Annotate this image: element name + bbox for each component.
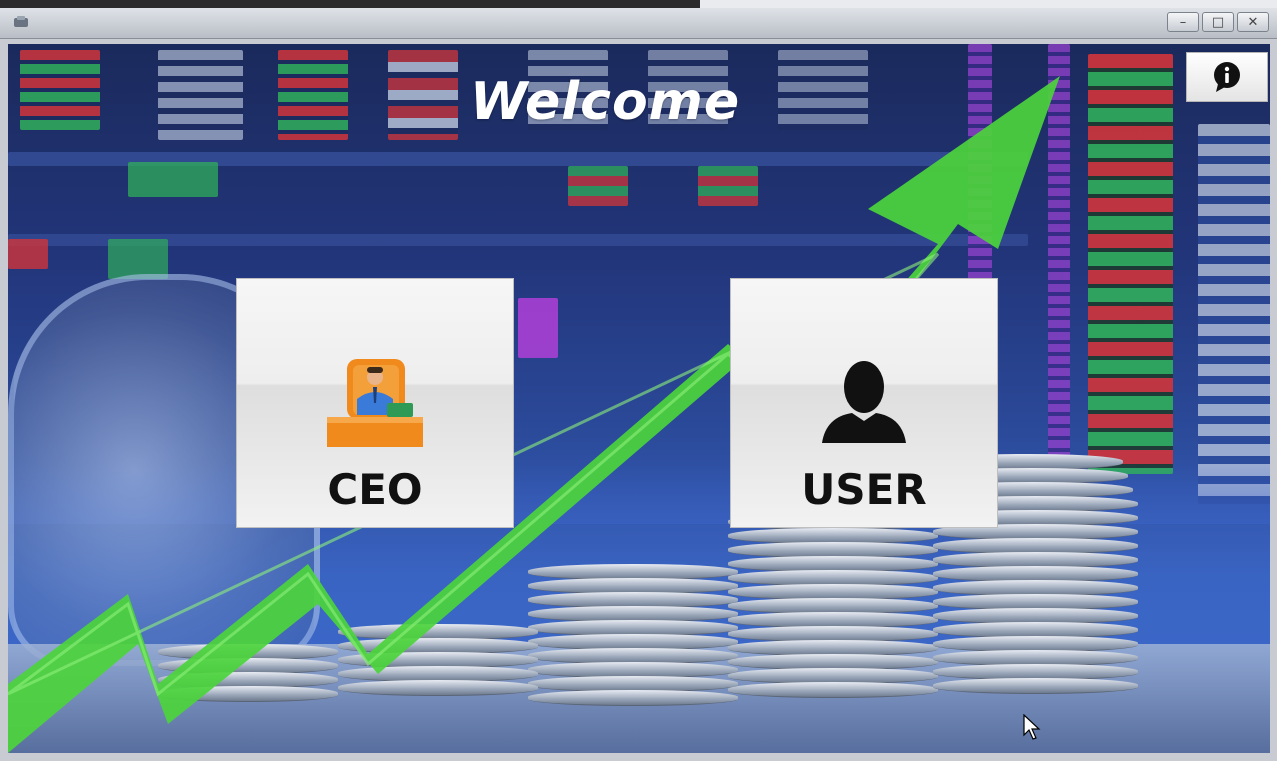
ceo-desk-icon (327, 359, 423, 447)
info-button[interactable] (1186, 52, 1268, 102)
ceo-label: CEO (327, 465, 423, 514)
user-tile-button[interactable]: USER (730, 278, 998, 528)
minimize-button[interactable]: – (1167, 12, 1199, 32)
welcome-title: Welcome (470, 72, 741, 132)
title-bar: – □ ✕ (0, 8, 1277, 39)
growth-arrow-graphic (8, 76, 1060, 753)
top-strip (0, 0, 1277, 8)
ceo-tile-button[interactable]: CEO (236, 278, 514, 528)
app-icon (14, 16, 28, 27)
app-window: – □ ✕ Welcome CEO USER (0, 0, 1277, 761)
maximize-button[interactable]: □ (1202, 12, 1234, 32)
close-button[interactable]: ✕ (1237, 12, 1269, 32)
welcome-panel: Welcome CEO USER (8, 44, 1270, 753)
user-silhouette-icon (822, 361, 906, 443)
user-label: USER (801, 465, 927, 514)
info-chat-icon (1214, 62, 1240, 92)
mouse-cursor-icon (1023, 714, 1041, 740)
